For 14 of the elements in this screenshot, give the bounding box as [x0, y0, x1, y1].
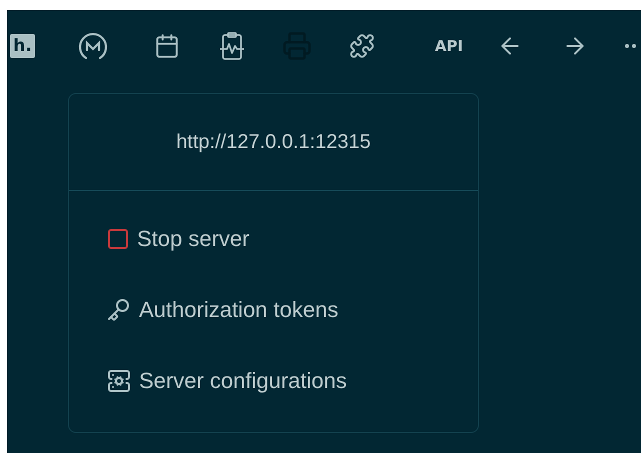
menu-item[interactable]: Authorization tokens: [139, 296, 338, 322]
api-button[interactable]: API: [434, 37, 464, 55]
stop-icon: [107, 228, 129, 250]
logo-icon[interactable]: [77, 30, 109, 62]
logo[interactable]: h.: [10, 34, 35, 58]
calendar-icon[interactable]: [154, 33, 180, 59]
puzzle-icon[interactable]: [349, 33, 375, 59]
key-icon: [107, 298, 131, 322]
server-settings-icon: [107, 368, 131, 392]
menu-item[interactable]: Stop server: [137, 226, 250, 252]
clipboard-pulse-icon[interactable]: [218, 31, 246, 61]
server-url: http://127.0.0.1:12315: [176, 130, 371, 154]
more-icon[interactable]: [624, 43, 636, 49]
menu-item[interactable]: Server configurations: [139, 368, 347, 394]
